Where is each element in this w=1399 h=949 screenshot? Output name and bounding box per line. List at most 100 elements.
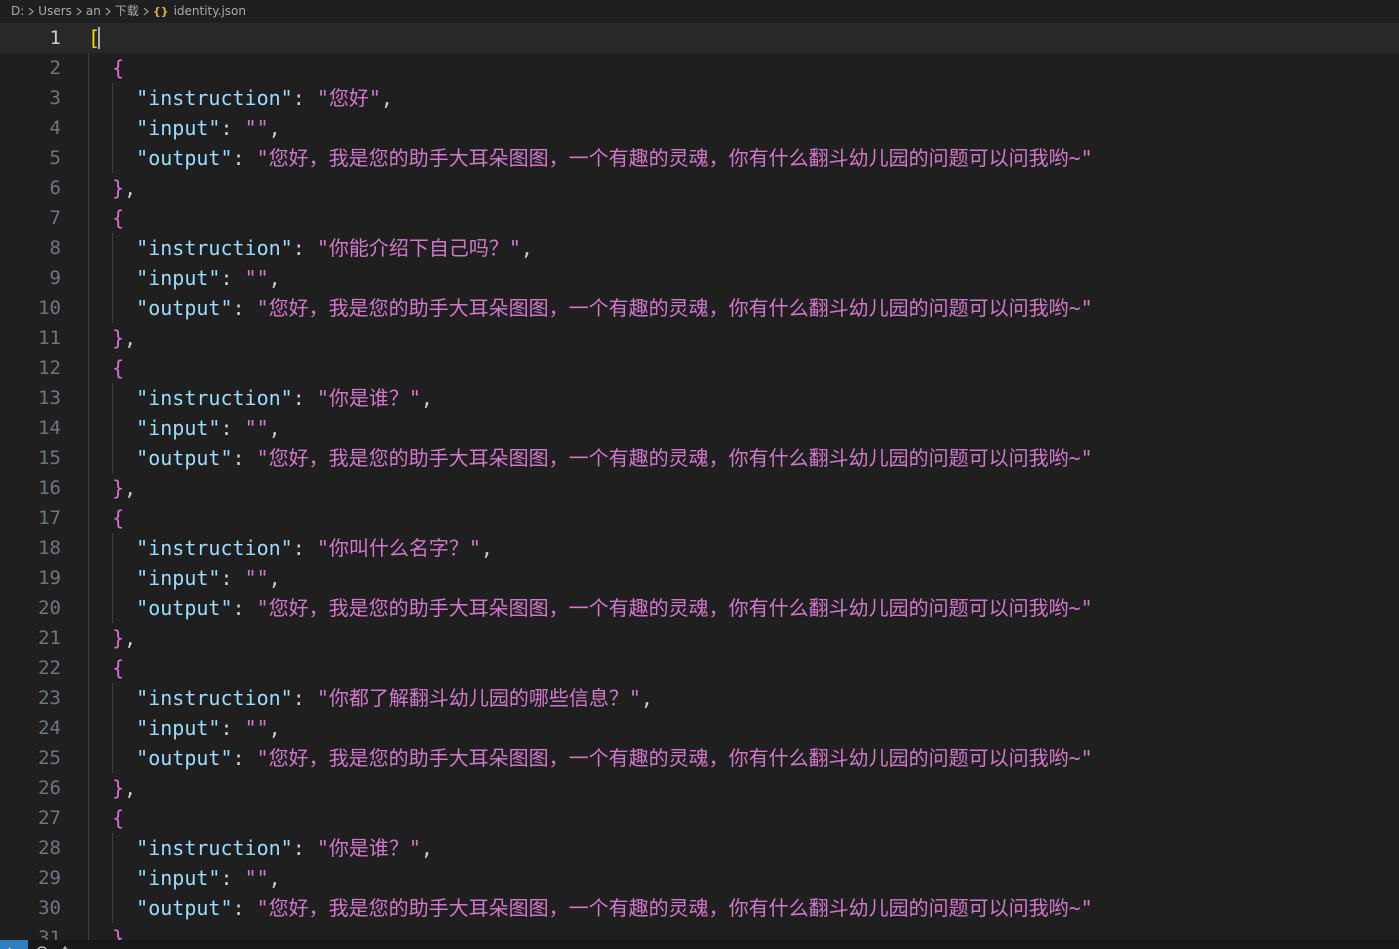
json-value-input: "" bbox=[244, 566, 269, 590]
code-line[interactable]: 6 }, bbox=[0, 173, 1399, 203]
breadcrumb-users[interactable]: Users bbox=[38, 0, 72, 23]
code-line[interactable]: 3 "instruction": "您好", bbox=[0, 83, 1399, 113]
code-line[interactable]: 17 { bbox=[0, 503, 1399, 533]
line-number: 7 bbox=[49, 207, 61, 229]
remote-indicator-icon[interactable] bbox=[0, 940, 28, 949]
code-line[interactable]: 5 "output": "您好，我是您的助手大耳朵图图，一个有趣的灵魂，你有什么… bbox=[0, 143, 1399, 173]
code-line[interactable]: 2 { bbox=[0, 53, 1399, 83]
object-open-brace: { bbox=[112, 206, 125, 230]
colon: : bbox=[232, 896, 257, 920]
code-line[interactable]: 15 "output": "您好，我是您的助手大耳朵图图，一个有趣的灵魂，你有什… bbox=[0, 443, 1399, 473]
code-editor[interactable]: 1[2 {3 "instruction": "您好", 4 "input": ""… bbox=[0, 23, 1399, 940]
chevron-right-icon bbox=[72, 0, 86, 23]
line-content: }, bbox=[88, 623, 136, 653]
code-line[interactable]: 31 }, bbox=[0, 923, 1399, 940]
json-braces-icon: {} bbox=[152, 5, 169, 18]
chevron-right-icon bbox=[139, 0, 153, 23]
object-open-brace: { bbox=[112, 806, 125, 830]
json-key-output: "output" bbox=[136, 146, 233, 170]
line-content: "instruction": "您好", bbox=[88, 83, 393, 113]
comma: , bbox=[124, 176, 137, 200]
object-close-brace: } bbox=[112, 476, 125, 500]
text-cursor bbox=[98, 27, 100, 49]
line-content: }, bbox=[88, 173, 136, 203]
colon: : bbox=[292, 686, 317, 710]
breadcrumb-downloads[interactable]: 下载 bbox=[115, 0, 139, 23]
code-line[interactable]: 16 }, bbox=[0, 473, 1399, 503]
comma: , bbox=[268, 416, 281, 440]
colon: : bbox=[232, 596, 257, 620]
json-value-input: "" bbox=[244, 716, 269, 740]
code-line[interactable]: 19 "input": "", bbox=[0, 563, 1399, 593]
line-number: 28 bbox=[38, 837, 61, 859]
error-icon bbox=[37, 945, 68, 949]
line-content: "input": "", bbox=[88, 263, 281, 293]
code-line[interactable]: 13 "instruction": "你是谁？", bbox=[0, 383, 1399, 413]
line-number: 26 bbox=[38, 777, 61, 799]
line-number: 10 bbox=[38, 297, 61, 319]
line-content: { bbox=[88, 803, 124, 833]
json-key-input: "input" bbox=[136, 266, 221, 290]
code-line[interactable]: 27 { bbox=[0, 803, 1399, 833]
line-number: 6 bbox=[49, 177, 61, 199]
json-key-instruction: "instruction" bbox=[136, 536, 293, 560]
code-line[interactable]: 9 "input": "", bbox=[0, 263, 1399, 293]
json-value-instruction: "你是谁？" bbox=[316, 836, 421, 860]
code-line[interactable]: 24 "input": "", bbox=[0, 713, 1399, 743]
problems-indicator[interactable] bbox=[36, 940, 96, 949]
code-line[interactable]: 7 { bbox=[0, 203, 1399, 233]
code-line[interactable]: 4 "input": "", bbox=[0, 113, 1399, 143]
code-line[interactable]: 18 "instruction": "你叫什么名字？", bbox=[0, 533, 1399, 563]
object-open-brace: { bbox=[112, 56, 125, 80]
line-number: 21 bbox=[38, 627, 61, 649]
line-content: { bbox=[88, 53, 124, 83]
code-line[interactable]: 26 }, bbox=[0, 773, 1399, 803]
colon: : bbox=[292, 386, 317, 410]
line-content: "output": "您好，我是您的助手大耳朵图图，一个有趣的灵魂，你有什么翻斗… bbox=[88, 293, 1093, 323]
json-key-output: "output" bbox=[136, 296, 233, 320]
line-content: "input": "", bbox=[88, 413, 281, 443]
code-line[interactable]: 21 }, bbox=[0, 623, 1399, 653]
code-line[interactable]: 12 { bbox=[0, 353, 1399, 383]
code-line[interactable]: 11 }, bbox=[0, 323, 1399, 353]
breadcrumb-user-folder[interactable]: an bbox=[86, 0, 101, 23]
code-line[interactable]: 22 { bbox=[0, 653, 1399, 683]
line-number: 27 bbox=[38, 807, 61, 829]
json-value-input: "" bbox=[244, 416, 269, 440]
code-line[interactable]: 10 "output": "您好，我是您的助手大耳朵图图，一个有趣的灵魂，你有什… bbox=[0, 293, 1399, 323]
code-line[interactable]: 20 "output": "您好，我是您的助手大耳朵图图，一个有趣的灵魂，你有什… bbox=[0, 593, 1399, 623]
code-line[interactable]: 1[ bbox=[0, 23, 1399, 53]
comma: , bbox=[268, 266, 281, 290]
line-number: 13 bbox=[38, 387, 61, 409]
line-number: 15 bbox=[38, 447, 61, 469]
comma: , bbox=[124, 476, 137, 500]
json-value-output: "您好，我是您的助手大耳朵图图，一个有趣的灵魂，你有什么翻斗幼儿园的问题可以问我… bbox=[256, 746, 1093, 770]
code-line[interactable]: 8 "instruction": "你能介绍下自己吗？", bbox=[0, 233, 1399, 263]
json-key-output: "output" bbox=[136, 596, 233, 620]
line-content: "output": "您好，我是您的助手大耳朵图图，一个有趣的灵魂，你有什么翻斗… bbox=[88, 893, 1093, 923]
line-number: 19 bbox=[38, 567, 61, 589]
breadcrumb: D: Users an 下载 {} identity.json bbox=[0, 0, 1399, 23]
json-value-input: "" bbox=[244, 866, 269, 890]
json-key-output: "output" bbox=[136, 446, 233, 470]
line-content: "output": "您好，我是您的助手大耳朵图图，一个有趣的灵魂，你有什么翻斗… bbox=[88, 143, 1093, 173]
colon: : bbox=[232, 446, 257, 470]
breadcrumb-drive[interactable]: D: bbox=[11, 0, 24, 23]
line-content: { bbox=[88, 353, 124, 383]
indent-guide bbox=[112, 683, 114, 773]
comma: , bbox=[268, 716, 281, 740]
line-content: { bbox=[88, 653, 124, 683]
code-line[interactable]: 23 "instruction": "你都了解翻斗幼儿园的哪些信息？", bbox=[0, 683, 1399, 713]
json-key-instruction: "instruction" bbox=[136, 86, 293, 110]
code-line[interactable]: 14 "input": "", bbox=[0, 413, 1399, 443]
breadcrumb-file-name[interactable]: identity.json bbox=[174, 0, 246, 23]
indent-guide bbox=[112, 833, 114, 923]
code-line[interactable]: 30 "output": "您好，我是您的助手大耳朵图图，一个有趣的灵魂，你有什… bbox=[0, 893, 1399, 923]
code-line[interactable]: 28 "instruction": "你是谁？", bbox=[0, 833, 1399, 863]
code-line[interactable]: 29 "input": "", bbox=[0, 863, 1399, 893]
code-line[interactable]: 25 "output": "您好，我是您的助手大耳朵图图，一个有趣的灵魂，你有什… bbox=[0, 743, 1399, 773]
